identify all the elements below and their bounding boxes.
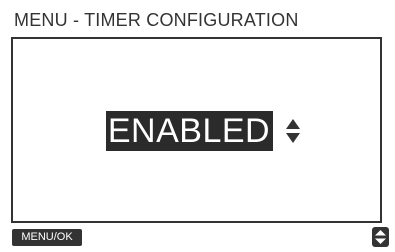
up-down-arrows-icon: [375, 230, 386, 244]
setting-row: ENABLED: [13, 111, 380, 151]
screen-title: MENU - TIMER CONFIGURATION: [14, 10, 299, 30]
scroll-button[interactable]: [372, 227, 389, 247]
timer-enabled-value[interactable]: ENABLED: [105, 111, 274, 151]
up-down-arrows-icon[interactable]: [285, 118, 301, 144]
content-panel: ENABLED: [11, 37, 382, 223]
menu-ok-button[interactable]: MENU/OK: [12, 229, 82, 246]
